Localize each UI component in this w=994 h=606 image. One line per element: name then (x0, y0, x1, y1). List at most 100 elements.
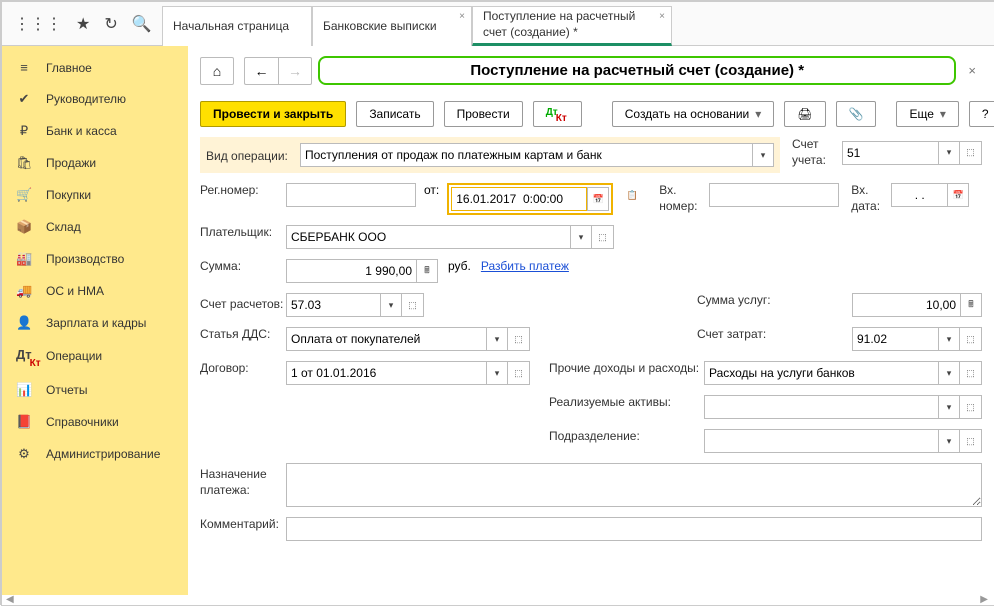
page-title: Поступление на расчетный счет (создание)… (318, 56, 956, 85)
open-button[interactable]: ⬚ (508, 327, 530, 351)
post-button[interactable]: Провести (444, 101, 523, 127)
chart-icon: 📊 (16, 382, 32, 398)
nav-manager[interactable]: ✔Руководителю (2, 83, 188, 115)
dropdown-button[interactable]: ▾ (938, 327, 960, 351)
help-button[interactable]: ? (969, 101, 994, 127)
open-button[interactable]: ⬚ (960, 361, 982, 385)
in-num-input[interactable] (709, 183, 839, 207)
dtkt-button[interactable]: ДтКт (533, 101, 582, 127)
in-num-label: Вх. номер: (659, 183, 709, 214)
optype-label: Вид операции: (206, 145, 292, 165)
calendar-button[interactable]: 📅 (947, 183, 969, 207)
dropdown-button[interactable]: ▾ (938, 361, 960, 385)
dds-label: Статья ДДС: (200, 327, 286, 343)
nav-bank[interactable]: ₽Банк и касса (2, 115, 188, 147)
calc-button[interactable]: 🖩 (960, 293, 982, 317)
tab-bank-statements[interactable]: Банковские выписки × (312, 6, 472, 46)
page-close-button[interactable]: × (962, 63, 982, 78)
calendar-button[interactable]: 📅 (587, 187, 609, 211)
history-icon[interactable]: ↻ (104, 14, 117, 34)
settle-acc-input[interactable] (286, 293, 380, 317)
dds-input[interactable] (286, 327, 486, 351)
other-input[interactable] (704, 361, 938, 385)
nav-sales[interactable]: 🛍Продажи (2, 147, 188, 179)
scroll-right-icon[interactable]: ▶ (980, 594, 988, 605)
cost-acc-input[interactable] (852, 327, 938, 351)
dropdown-button[interactable]: ▾ (380, 293, 402, 317)
star-icon[interactable]: ★ (76, 14, 90, 34)
nav-reports[interactable]: 📊Отчеты (2, 374, 188, 406)
forward-button[interactable]: → (278, 57, 312, 85)
apps-icon[interactable]: ⋮⋮⋮ (14, 14, 62, 34)
ruble-icon: ₽ (16, 123, 32, 139)
nav-admin[interactable]: ⚙Администрирование (2, 438, 188, 470)
payer-label: Плательщик: (200, 225, 286, 241)
open-button[interactable]: ⬚ (960, 327, 982, 351)
nav-purchases[interactable]: 🛒Покупки (2, 179, 188, 211)
tab-receipt[interactable]: Поступление на расчетный счет (создание)… (472, 6, 672, 46)
open-button[interactable]: ⬚ (592, 225, 614, 249)
split-payment-link[interactable]: Разбить платеж (481, 259, 569, 273)
dtkt-icon: ДтКт (546, 107, 569, 121)
in-date-input[interactable] (891, 183, 947, 207)
horizontal-scrollbar[interactable]: ◀ ▶ (0, 595, 994, 603)
payer-input[interactable] (286, 225, 570, 249)
nav-payroll[interactable]: 👤Зарплата и кадры (2, 307, 188, 339)
sum-label: Сумма: (200, 259, 286, 275)
nav-warehouse[interactable]: 📦Склад (2, 211, 188, 243)
gear-icon: ⚙ (16, 446, 32, 462)
attach-button[interactable]: 📎 (836, 101, 877, 127)
dropdown-button[interactable]: ▾ (752, 143, 774, 167)
tab-label: Банковские выписки (323, 19, 437, 35)
open-button[interactable]: ⬚ (960, 429, 982, 453)
dept-label: Подразделение: (549, 429, 704, 443)
purpose-textarea[interactable] (286, 463, 982, 507)
tab-home[interactable]: Начальная страница (162, 6, 312, 46)
bag-icon: 🛍 (16, 155, 32, 171)
more-button[interactable]: Еще▾ (896, 101, 958, 127)
search-icon[interactable]: 🔍 (132, 14, 152, 34)
dropdown-button[interactable]: ▾ (486, 327, 508, 351)
close-icon[interactable]: × (659, 11, 665, 22)
dept-input[interactable] (704, 429, 938, 453)
assets-input[interactable] (704, 395, 938, 419)
from-label: от: (424, 183, 439, 197)
date-input[interactable] (451, 187, 587, 211)
open-button[interactable]: ⬚ (402, 293, 424, 317)
print-button[interactable]: 🖨 (784, 101, 825, 127)
caret-down-icon: ▾ (940, 107, 946, 121)
contract-input[interactable] (286, 361, 486, 385)
regnum-input[interactable] (286, 183, 416, 207)
list-icon[interactable]: 📋 (621, 183, 643, 207)
comment-input[interactable] (286, 517, 982, 541)
dropdown-button[interactable]: ▾ (938, 429, 960, 453)
scroll-left-icon[interactable]: ◀ (6, 594, 14, 605)
nav-assets[interactable]: 🚚ОС и НМА (2, 275, 188, 307)
dropdown-button[interactable]: ▾ (938, 395, 960, 419)
nav-main[interactable]: ≡Главное (2, 52, 188, 83)
post-and-close-button[interactable]: Провести и закрыть (200, 101, 346, 127)
dropdown-button[interactable]: ▾ (938, 141, 960, 165)
account-input[interactable] (842, 141, 938, 165)
nav-operations[interactable]: ДтКтОперации (2, 339, 188, 374)
dropdown-button[interactable]: ▾ (486, 361, 508, 385)
check-icon: ✔ (16, 91, 32, 107)
optype-input[interactable] (300, 143, 752, 167)
tab-label: Поступление на расчетный счет (создание)… (483, 9, 658, 40)
open-button[interactable]: ⬚ (960, 395, 982, 419)
save-button[interactable]: Записать (356, 101, 433, 127)
nav-production[interactable]: 🏭Производство (2, 243, 188, 275)
svc-sum-input[interactable] (852, 293, 960, 317)
back-button[interactable]: ← (244, 57, 278, 85)
close-icon[interactable]: × (459, 11, 465, 22)
calc-button[interactable]: 🖩 (416, 259, 438, 283)
open-button[interactable]: ⬚ (960, 141, 982, 165)
sum-input[interactable] (286, 259, 416, 283)
open-button[interactable]: ⬚ (508, 361, 530, 385)
cost-acc-label: Счет затрат: (697, 327, 852, 341)
create-based-button[interactable]: Создать на основании▾ (612, 101, 775, 127)
assets-label: Реализуемые активы: (549, 395, 704, 409)
home-button[interactable]: ⌂ (200, 57, 234, 85)
nav-refs[interactable]: 📕Справочники (2, 406, 188, 438)
dropdown-button[interactable]: ▾ (570, 225, 592, 249)
